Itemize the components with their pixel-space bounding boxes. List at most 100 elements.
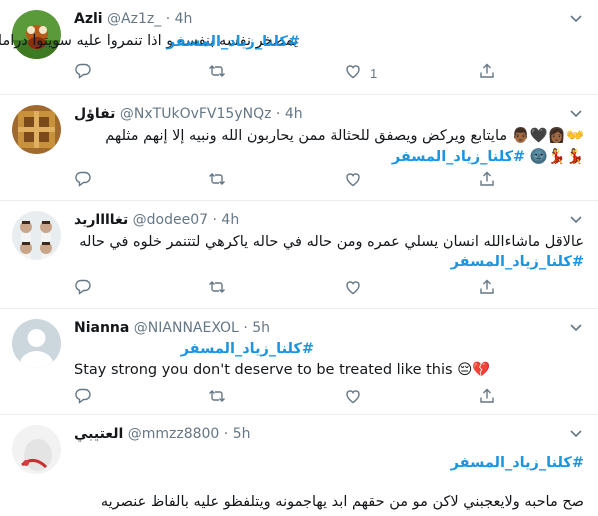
emoji-dancer-icon: 💃 [565, 149, 584, 165]
tweet-body: صح ماحبه ولايعجبني لاكن مو من حقهم ابد ي… [74, 492, 584, 512]
emoji-pensive-face-icon: 😔 [457, 362, 473, 378]
hashtag-link[interactable]: #كلنا_زياد_المسفر [167, 34, 300, 50]
separator: · [223, 426, 229, 442]
user-handle[interactable]: @mmzz8800 [128, 426, 220, 442]
avatar[interactable] [12, 425, 61, 474]
tweet-actions [74, 171, 584, 191]
tweet-header: Nianna @NIANNAEXOL · 5h [74, 318, 568, 338]
hashtag-link[interactable]: #كلنا_زياد_المسفر [181, 341, 314, 357]
retweet-icon [208, 387, 226, 409]
reply-button[interactable] [74, 388, 92, 408]
tweet-actions [74, 279, 584, 299]
reply-icon [74, 170, 92, 192]
tweet-body: #كلنا_زياد_المسفر [74, 32, 300, 52]
emoji-person-icon: 👩🏾 [547, 128, 566, 144]
like-button[interactable] [344, 171, 362, 191]
share-button[interactable] [478, 279, 496, 299]
tweet-actions: 1 [74, 63, 584, 83]
display-name[interactable]: العتيبي [74, 426, 123, 442]
tweet-text-line: صح ماحبه ولايعجبني لاكن مو من حقهم ابد ي… [100, 494, 584, 510]
share-button[interactable] [478, 171, 496, 191]
display-name[interactable]: Azli [74, 11, 103, 27]
display-name[interactable]: تفاؤل [74, 106, 115, 122]
timestamp[interactable]: 5h [233, 426, 251, 442]
separator: · [243, 320, 248, 336]
tweet-header: تفاؤل @NxTUkOvFV15yNQz · 4h [74, 104, 568, 124]
emoji-moon-face-icon: 🌚 [529, 149, 548, 165]
retweet-button[interactable] [208, 63, 226, 83]
share-icon [478, 278, 496, 300]
emoji-dancer-icon: 💃 [547, 149, 566, 165]
like-button[interactable] [344, 388, 362, 408]
tweet-header: تغااااريد @dodee07 · 4h [74, 210, 568, 230]
caret-down-icon[interactable] [568, 319, 584, 335]
tweet-body: عالاقل ماشاءالله انسان يسلي عمره ومن حال… [74, 232, 584, 252]
avatar[interactable] [12, 319, 61, 368]
tweet-text-line: عالاقل ماشاءالله انسان يسلي عمره ومن حال… [79, 234, 584, 250]
timestamp[interactable]: 5h [252, 320, 270, 336]
tweet-text-line: Stay strong you don't deserve to be trea… [74, 362, 453, 378]
emoji-hands-icon: 👐 [565, 128, 584, 144]
reply-button[interactable] [74, 279, 92, 299]
separator: · [212, 212, 217, 228]
hashtag-link[interactable]: #كلنا_زياد_المسفر [451, 455, 584, 471]
retweet-icon [208, 170, 226, 192]
emoji-broken-heart-icon: 💔 [472, 362, 491, 378]
avatar[interactable] [12, 105, 61, 154]
tweet[interactable]: تفاؤل @NxTUkOvFV15yNQz · 4h 👐👩🏾🖤👨🏾 مايتا… [0, 95, 598, 201]
reply-button[interactable] [74, 63, 92, 83]
share-icon [478, 62, 496, 84]
caret-down-icon[interactable] [568, 10, 584, 26]
tweet-body: #كلنا_زياد_المسفر [74, 339, 314, 359]
separator: · [275, 106, 281, 122]
hashtag-link[interactable]: #كلنا_زياد_المسفر [392, 149, 525, 165]
caret-down-icon[interactable] [568, 105, 584, 121]
tweet-body: 💃💃🌚 #كلنا_زياد_المسفر [74, 147, 584, 167]
share-icon [478, 387, 496, 409]
retweet-icon [208, 278, 226, 300]
reply-icon [74, 387, 92, 409]
like-button[interactable] [344, 279, 362, 299]
hashtag-link[interactable]: #كلنا_زياد_المسفر [451, 254, 584, 270]
tweet[interactable]: Nianna @NIANNAEXOL · 5h #كلنا_زياد_المسف… [0, 309, 598, 415]
caret-down-icon[interactable] [568, 211, 584, 227]
like-icon [344, 62, 362, 84]
like-icon [344, 170, 362, 192]
retweet-button[interactable] [208, 171, 226, 191]
tweet-text-line: مايتابع ويركض ويصفق للحثالة ممن يحاربون … [105, 128, 508, 144]
like-icon [344, 387, 362, 409]
reply-button[interactable] [74, 171, 92, 191]
caret-down-icon[interactable] [568, 425, 584, 441]
user-handle[interactable]: @NxTUkOvFV15yNQz [120, 106, 272, 122]
share-button[interactable] [478, 388, 496, 408]
tweet-actions [74, 388, 584, 408]
tweet-header: العتيبي @mmzz8800 · 5h [74, 424, 568, 444]
emoji-person-icon: 👨🏾 [511, 128, 530, 144]
emoji-black-heart-icon: 🖤 [529, 128, 548, 144]
like-icon [344, 278, 362, 300]
tweet-header: Azli @Az1z_ · 4h [74, 9, 568, 29]
timestamp[interactable]: 4h [285, 106, 303, 122]
like-button[interactable]: 1 [344, 63, 377, 83]
display-name[interactable]: Nianna [74, 320, 129, 336]
tweet-body: 👐👩🏾🖤👨🏾 مايتابع ويركض ويصفق للحثالة ممن ي… [74, 126, 584, 146]
tweet-body: Stay strong you don't deserve to be trea… [74, 360, 584, 380]
display-name[interactable]: تغااااريد [74, 212, 128, 228]
user-handle[interactable]: @NIANNAEXOL [134, 320, 239, 336]
tweet[interactable]: العتيبي @mmzz8800 · 5h #كلنا_زياد_المسفر… [0, 415, 598, 516]
user-handle[interactable]: @Az1z_ [107, 11, 161, 27]
retweet-button[interactable] [208, 388, 226, 408]
user-handle[interactable]: @dodee07 [133, 212, 208, 228]
retweet-icon [208, 62, 226, 84]
reply-icon [74, 62, 92, 84]
tweet-body: #كلنا_زياد_المسفر [74, 453, 584, 473]
share-icon [478, 170, 496, 192]
retweet-button[interactable] [208, 279, 226, 299]
timestamp[interactable]: 4h [175, 11, 193, 27]
tweet[interactable]: تغااااريد @dodee07 · 4h عالاقل ماشاءالله… [0, 201, 598, 309]
avatar[interactable] [12, 211, 61, 260]
timestamp[interactable]: 4h [221, 212, 239, 228]
share-button[interactable] [478, 63, 496, 83]
tweet[interactable]: Azli @Az1z_ · 4h يمصخر نفسه بنفسه و اذا … [0, 0, 598, 95]
separator: · [165, 11, 171, 27]
